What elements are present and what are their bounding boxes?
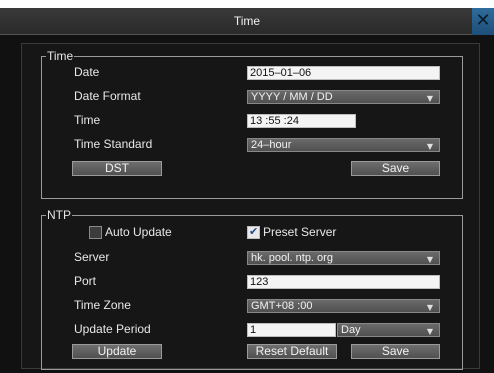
update-period-unit-value: Day <box>341 324 361 336</box>
chevron-down-icon: ▼ <box>426 327 433 336</box>
check-icon: ✔ <box>249 225 259 238</box>
port-field[interactable]: 123 <box>247 275 440 289</box>
chevron-down-icon: ▼ <box>426 303 433 312</box>
time-dialog: Time ✕ Time Date 2015–01–06 Date Format … <box>0 8 494 373</box>
date-label: Date <box>74 65 100 79</box>
preset-server-label: Preset Server <box>263 225 337 239</box>
preset-server-checkbox[interactable]: ✔ <box>247 225 260 239</box>
chevron-down-icon: ▼ <box>426 142 433 151</box>
server-label: Server <box>74 250 110 264</box>
server-value: hk. pool. ntp. org <box>251 252 333 264</box>
time-standard-label: Time Standard <box>74 137 153 151</box>
time-group-legend: Time <box>46 49 75 63</box>
date-format-label: Date Format <box>74 89 141 103</box>
time-save-button[interactable]: Save <box>351 161 440 176</box>
time-standard-select[interactable]: 24–hour ▼ <box>247 138 440 152</box>
auto-update-label: Auto Update <box>105 225 172 239</box>
ntp-group-legend: NTP <box>46 208 72 222</box>
time-zone-select[interactable]: GMT+08 :00 ▼ <box>247 299 440 313</box>
time-group: Time Date 2015–01–06 Date Format YYYY / … <box>41 49 463 199</box>
chevron-down-icon: ▼ <box>426 255 433 264</box>
update-period-unit-select[interactable]: Day ▼ <box>337 323 440 337</box>
ntp-save-button[interactable]: Save <box>351 344 440 359</box>
date-format-select[interactable]: YYYY / MM / DD ▼ <box>247 90 440 104</box>
reset-default-button[interactable]: Reset Default <box>247 344 337 359</box>
auto-update-checkbox[interactable] <box>89 226 102 239</box>
time-field[interactable]: 13 :55 :24 <box>247 114 356 128</box>
chevron-down-icon: ▼ <box>426 94 433 103</box>
title-bar: Time ✕ <box>0 8 494 35</box>
time-label: Time <box>74 113 101 127</box>
date-field[interactable]: 2015–01–06 <box>247 66 440 80</box>
time-zone-label: Time Zone <box>74 298 131 312</box>
close-icon: ✕ <box>475 10 491 31</box>
dst-button[interactable]: DST <box>72 161 162 176</box>
date-format-value: YYYY / MM / DD <box>251 91 333 103</box>
update-button[interactable]: Update <box>72 344 162 359</box>
update-period-label: Update Period <box>74 322 151 336</box>
port-label: Port <box>74 274 97 288</box>
ntp-group: NTP Auto Update ✔ Preset Server Server h… <box>41 208 463 370</box>
time-standard-value: 24–hour <box>251 139 292 151</box>
close-button[interactable]: ✕ <box>472 8 494 35</box>
time-zone-value: GMT+08 :00 <box>251 300 313 312</box>
dialog-body: Time Date 2015–01–06 Date Format YYYY / … <box>21 43 480 370</box>
dialog-title: Time <box>233 14 261 28</box>
server-select[interactable]: hk. pool. ntp. org ▼ <box>247 251 440 265</box>
update-period-field[interactable]: 1 <box>247 323 336 337</box>
